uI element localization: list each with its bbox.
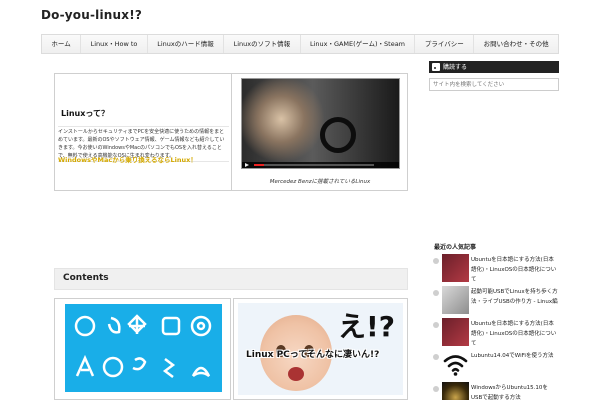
content-card-distros[interactable]	[54, 298, 231, 400]
feature-video-panel: Mercedez Benzに搭載されているLinux	[233, 74, 407, 190]
steering-wheel-shape	[320, 117, 356, 153]
exclaim-text: え!?	[338, 310, 396, 343]
feature-heading: Linuxって？	[61, 109, 109, 118]
baby-image: え!? Linux PCってそんなに凄いん!?	[238, 303, 403, 395]
mint-logo-icon	[161, 316, 181, 336]
bullet-icon	[433, 322, 439, 328]
post-thumbnail[interactable]	[442, 382, 469, 400]
arch-logo-icon	[75, 354, 95, 377]
fedora-logo-icon	[102, 356, 124, 378]
video-thumbnail	[242, 79, 399, 168]
video-player[interactable]	[241, 78, 400, 169]
card-caption: Linux PCってそんなに凄いん!?	[246, 350, 380, 360]
recent-post-title[interactable]: 起動可能USBでLinuxを持ち歩く方法・ライブUSBの作り方 - Linux編	[471, 287, 559, 307]
main-nav: ホーム Linux・How to Linuxのハード情報 Linuxのソフト情報…	[41, 34, 559, 54]
gecko-logo-icon	[132, 357, 147, 371]
bullet-icon	[433, 290, 439, 296]
rss-subscribe-bar[interactable]: 購読する	[429, 61, 559, 73]
bullet-icon	[433, 354, 439, 360]
contents-title: Contents	[63, 273, 109, 283]
nav-item-game[interactable]: Linux・GAME(ゲーム)・Steam	[301, 35, 416, 53]
site-search-input[interactable]	[429, 78, 559, 91]
baby-mouth	[288, 367, 304, 381]
content-card-linux-pc[interactable]: え!? Linux PCってそんなに凄いん!?	[233, 298, 408, 400]
recent-post-title[interactable]: Lubuntu14.04でWiFiを使う方法	[471, 351, 559, 361]
opensuse-logo-icon	[190, 315, 212, 337]
bullet-icon	[433, 386, 439, 392]
nav-item-home[interactable]: ホーム	[42, 35, 82, 53]
video-progress-bar[interactable]	[254, 164, 374, 166]
video-caption: Mercedez Benzに搭載されているLinux	[269, 179, 371, 185]
feature-text-panel: Linuxって？ インストールからセキュリティまでPCを安全快適に使うための情報…	[55, 74, 232, 190]
post-thumbnail[interactable]	[442, 286, 469, 314]
recent-post-title[interactable]: WindowsからUbuntu15.10をUSBで起動する方法	[471, 383, 559, 400]
wifi-icon	[443, 355, 468, 376]
nav-item-howto[interactable]: Linux・How to	[81, 35, 148, 53]
post-thumbnail[interactable]	[442, 254, 469, 282]
recent-post-item[interactable]: WindowsからUbuntu15.10をUSBで起動する方法	[429, 382, 559, 400]
recent-post-title[interactable]: Ubuntuを日本語にする方法(日本語化)・LinuxOSの日本語化について	[471, 255, 559, 285]
ubuntu-logo-icon	[74, 315, 96, 337]
post-thumbnail[interactable]	[442, 350, 469, 378]
contents-header: Contents	[54, 268, 408, 290]
compass-logo-icon	[127, 314, 147, 334]
nav-item-software[interactable]: Linuxのソフト情報	[224, 35, 301, 53]
post-thumbnail[interactable]	[442, 318, 469, 346]
recent-post-item[interactable]: Lubuntu14.04でWiFiを使う方法	[429, 350, 559, 380]
bullet-icon	[433, 258, 439, 264]
recent-post-item[interactable]: 起動可能USBでLinuxを持ち歩く方法・ライブUSBの作り方 - Linux編	[429, 286, 559, 316]
fin-logo-icon	[191, 366, 211, 378]
play-icon[interactable]	[245, 163, 249, 167]
distro-logo-grid	[74, 314, 212, 378]
recent-post-item[interactable]: Ubuntuを日本語にする方法(日本語化)・LinuxOSの日本語化について	[429, 254, 559, 284]
nav-item-contact[interactable]: お問い合わせ・その他	[474, 35, 558, 53]
recent-post-title[interactable]: Ubuntuを日本語にする方法(日本語化)・LinuxOSの日本語化について	[471, 319, 559, 349]
distro-logos-image	[65, 304, 222, 392]
feature-box: Linuxって？ インストールからセキュリティまでPCを安全快適に使うための情報…	[54, 73, 408, 191]
nav-item-hardware[interactable]: Linuxのハード情報	[148, 35, 225, 53]
rss-icon	[432, 63, 440, 71]
nav-item-privacy[interactable]: プライバシー	[415, 35, 475, 53]
rss-label: 購読する	[443, 64, 468, 71]
feature-link[interactable]: WindowsやMacから乗り換えるならLinux！	[58, 154, 197, 164]
recent-posts-heading: 最近の人気記事	[434, 244, 477, 251]
video-controls[interactable]	[242, 162, 399, 168]
site-title[interactable]: Do-you-linux!?	[41, 8, 142, 22]
recent-post-item[interactable]: Ubuntuを日本語にする方法(日本語化)・LinuxOSの日本語化について	[429, 318, 559, 348]
swirl-logo-icon	[107, 316, 121, 334]
chevrons-logo-icon	[162, 358, 176, 378]
